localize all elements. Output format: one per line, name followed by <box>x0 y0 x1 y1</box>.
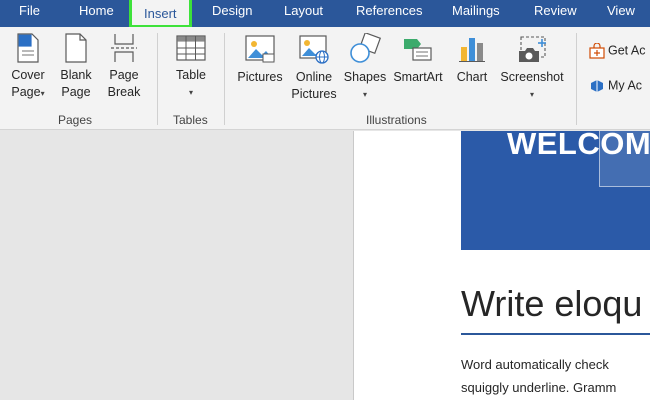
dropdown-caret-icon: ▾ <box>188 88 193 97</box>
online-pictures-label-line1: Online <box>295 70 333 84</box>
tab-file[interactable]: File <box>19 0 40 27</box>
pictures-label: Pictures <box>237 70 283 84</box>
tab-design[interactable]: Design <box>212 0 252 27</box>
page-break-button[interactable]: Page Break <box>104 33 144 101</box>
ribbon-tab-bar: File Home Insert Design Layout Reference… <box>0 0 650 28</box>
page-break-label-line1: Page <box>109 68 139 82</box>
get-addins-label: Get Ac <box>608 43 646 58</box>
dropdown-caret-icon: ▾ <box>362 90 367 99</box>
blank-page-icon <box>65 33 87 63</box>
smartart-label: SmartArt <box>393 70 443 84</box>
cover-page-button[interactable]: Cover Page▾ <box>8 33 48 102</box>
page-break-label-line2: Break <box>107 85 141 99</box>
cover-page-icon <box>17 33 39 63</box>
banner-title: WELCOM <box>507 131 650 161</box>
table-icon <box>176 35 206 61</box>
group-label-tables: Tables <box>173 113 208 127</box>
screenshot-label: Screenshot <box>500 70 564 84</box>
pictures-icon <box>245 35 275 63</box>
blank-page-label-line2: Page <box>61 85 91 99</box>
group-separator <box>576 33 577 125</box>
shapes-label: Shapes <box>343 70 387 84</box>
chart-icon <box>459 38 485 62</box>
cover-page-label-line1: Cover <box>11 68 45 82</box>
tab-home[interactable]: Home <box>79 0 114 27</box>
online-pictures-label-line2: Pictures <box>291 87 337 101</box>
chart-button[interactable]: Chart <box>451 33 493 86</box>
document-workspace: WELCOM Write eloqu Word automatically ch… <box>0 131 650 400</box>
tab-review[interactable]: Review <box>534 0 577 27</box>
dropdown-caret-icon: ▾ <box>40 89 45 98</box>
online-pictures-button[interactable]: Online Pictures <box>287 33 341 103</box>
screenshot-icon <box>519 36 546 62</box>
smartart-icon <box>404 39 432 61</box>
cover-page-label-line2: Page <box>11 85 41 99</box>
store-icon <box>589 42 605 59</box>
ribbon-insert-panel: Cover Page▾ Blank Page Page Break Pages … <box>0 27 650 130</box>
dropdown-caret-icon: ▾ <box>529 90 534 99</box>
my-addins-icon <box>591 80 603 92</box>
blank-page-button[interactable]: Blank Page <box>56 33 96 101</box>
my-addins-label: My Ac <box>608 78 643 93</box>
tab-references[interactable]: References <box>356 0 422 27</box>
tab-mailings[interactable]: Mailings <box>452 0 500 27</box>
welcome-banner: WELCOM <box>461 131 650 250</box>
document-page[interactable]: WELCOM Write eloqu Word automatically ch… <box>353 131 650 400</box>
document-heading[interactable]: Write eloqu <box>461 283 642 325</box>
online-pictures-icon <box>299 35 329 64</box>
group-separator <box>157 33 158 125</box>
body-text-line-2[interactable]: squiggly underline. Gramm <box>461 380 616 395</box>
tab-layout[interactable]: Layout <box>284 0 323 27</box>
body-text-line-1[interactable]: Word automatically check <box>461 357 609 372</box>
smartart-button[interactable]: SmartArt <box>390 33 446 86</box>
heading-underline <box>461 333 650 335</box>
shapes-button[interactable]: Shapes ▾ <box>342 33 388 103</box>
table-button[interactable]: Table ▾ <box>170 33 212 101</box>
group-label-illustrations: Illustrations <box>366 113 427 127</box>
pictures-button[interactable]: Pictures <box>233 33 287 86</box>
shapes-icon <box>350 33 382 63</box>
blank-page-label-line1: Blank <box>60 68 92 82</box>
chart-label: Chart <box>456 70 488 84</box>
my-addins-button[interactable]: My Ac <box>589 78 642 94</box>
table-label: Table <box>176 68 206 82</box>
group-separator <box>224 33 225 125</box>
screenshot-button[interactable]: Screenshot ▾ <box>497 33 567 103</box>
tab-insert[interactable]: Insert <box>129 0 192 28</box>
group-label-pages: Pages <box>58 113 93 127</box>
get-addins-button[interactable]: Get Ac <box>589 42 646 59</box>
tab-view[interactable]: View <box>607 0 635 27</box>
page-break-icon <box>111 34 137 62</box>
